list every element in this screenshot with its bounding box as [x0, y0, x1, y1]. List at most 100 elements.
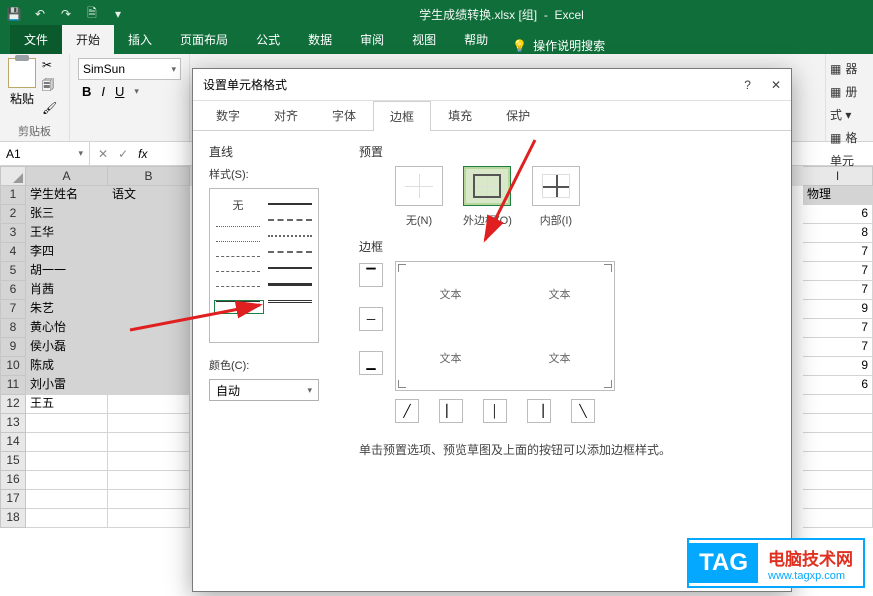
cell[interactable]: [108, 490, 190, 509]
row-header[interactable]: 4: [0, 243, 26, 262]
line-style-option[interactable]: [268, 235, 312, 237]
cell[interactable]: 7: [803, 281, 873, 300]
row-header[interactable]: 13: [0, 414, 26, 433]
border-top-button[interactable]: ▔: [359, 263, 383, 287]
cell[interactable]: [803, 452, 873, 471]
cell[interactable]: [108, 395, 190, 414]
dlg-tab-fill[interactable]: 填充: [431, 100, 489, 130]
line-style-none[interactable]: 无: [233, 197, 244, 213]
cell[interactable]: 肖茜: [26, 281, 108, 300]
cell[interactable]: [26, 433, 108, 452]
name-box[interactable]: A1 ▾: [0, 142, 90, 165]
cell[interactable]: 陈成: [26, 357, 108, 376]
col-header-i[interactable]: I: [803, 166, 873, 186]
cell[interactable]: [26, 490, 108, 509]
cut-icon[interactable]: ✂: [42, 58, 57, 72]
insert-cells[interactable]: ▦器: [830, 60, 869, 77]
redo-icon[interactable]: ↷: [58, 6, 74, 22]
cell[interactable]: [26, 509, 108, 528]
cell[interactable]: [108, 414, 190, 433]
preset-none[interactable]: 无(N): [395, 166, 443, 228]
row-header[interactable]: 10: [0, 357, 26, 376]
dlg-tab-border[interactable]: 边框: [373, 101, 431, 131]
row-header[interactable]: 6: [0, 281, 26, 300]
tell-me[interactable]: 💡 操作说明搜索: [512, 37, 605, 54]
close-icon[interactable]: ✕: [771, 78, 781, 92]
undo-icon[interactable]: ↶: [32, 6, 48, 22]
line-style-option[interactable]: [268, 219, 312, 221]
cell[interactable]: 李四: [26, 243, 108, 262]
cell[interactable]: 语文: [108, 186, 190, 205]
cell[interactable]: [26, 452, 108, 471]
dlg-tab-number[interactable]: 数字: [199, 100, 257, 130]
row-header[interactable]: 16: [0, 471, 26, 490]
cell[interactable]: 张三: [26, 205, 108, 224]
tab-view[interactable]: 视图: [398, 25, 450, 54]
cell[interactable]: [108, 224, 190, 243]
cell[interactable]: 6: [803, 205, 873, 224]
cell[interactable]: 朱艺: [26, 300, 108, 319]
cell[interactable]: [108, 281, 190, 300]
border-hmid-button[interactable]: ─: [359, 307, 383, 331]
row-header[interactable]: 9: [0, 338, 26, 357]
cancel-icon[interactable]: ✕: [98, 147, 108, 161]
cell[interactable]: [108, 357, 190, 376]
dlg-tab-protect[interactable]: 保护: [489, 100, 547, 130]
help-icon[interactable]: ?: [744, 78, 751, 92]
paste-button[interactable]: 粘贴: [8, 58, 36, 107]
border-preview[interactable]: 文本 文本 文本 文本: [395, 261, 615, 391]
confirm-icon[interactable]: ✓: [118, 147, 128, 161]
cell[interactable]: 8: [803, 224, 873, 243]
tab-file[interactable]: 文件: [10, 25, 62, 54]
line-style-option[interactable]: [216, 286, 260, 287]
format-cells[interactable]: 式 ▾: [830, 106, 869, 123]
cell[interactable]: [108, 471, 190, 490]
delete-cells[interactable]: ▦册: [830, 83, 869, 100]
cell[interactable]: 6: [803, 376, 873, 395]
tab-data[interactable]: 数据: [294, 25, 346, 54]
col-header-a[interactable]: A: [26, 166, 108, 186]
line-style-option[interactable]: [216, 226, 260, 227]
cell[interactable]: [108, 243, 190, 262]
format-painter-icon[interactable]: 🖌: [42, 101, 57, 115]
tab-insert[interactable]: 插入: [114, 25, 166, 54]
line-style-option[interactable]: [268, 203, 312, 205]
cell[interactable]: [803, 433, 873, 452]
dlg-tab-align[interactable]: 对齐: [257, 100, 315, 130]
cell[interactable]: [803, 471, 873, 490]
cell[interactable]: 物理: [803, 186, 873, 205]
cell[interactable]: 学生姓名: [26, 186, 108, 205]
tab-home[interactable]: 开始: [62, 25, 114, 54]
copy-icon[interactable]: 🗐: [42, 76, 57, 97]
row-header[interactable]: 14: [0, 433, 26, 452]
cell[interactable]: 7: [803, 243, 873, 262]
chevron-down-icon[interactable]: ▾: [134, 86, 139, 97]
underline-button[interactable]: U: [115, 84, 124, 99]
line-color-dropdown[interactable]: 自动 ▾: [209, 379, 319, 401]
cell[interactable]: 7: [803, 338, 873, 357]
format-button[interactable]: ▦格: [830, 129, 869, 146]
border-vmid-button[interactable]: │: [483, 399, 507, 423]
cell[interactable]: 胡一一: [26, 262, 108, 281]
row-header[interactable]: 5: [0, 262, 26, 281]
row-header[interactable]: 7: [0, 300, 26, 319]
row-header[interactable]: 11: [0, 376, 26, 395]
line-style-option[interactable]: [216, 241, 260, 242]
qat-more-icon[interactable]: ▾: [110, 6, 126, 22]
fx-icon[interactable]: fx: [138, 147, 147, 161]
tab-review[interactable]: 审阅: [346, 25, 398, 54]
row-header[interactable]: 1: [0, 186, 26, 205]
row-header[interactable]: 12: [0, 395, 26, 414]
save-icon[interactable]: 💾: [6, 6, 22, 22]
cell[interactable]: [108, 452, 190, 471]
row-header[interactable]: 8: [0, 319, 26, 338]
cell[interactable]: 王华: [26, 224, 108, 243]
cell[interactable]: [803, 395, 873, 414]
cell[interactable]: 7: [803, 262, 873, 281]
cell[interactable]: 7: [803, 319, 873, 338]
line-style-option[interactable]: [268, 267, 312, 269]
cell[interactable]: [108, 509, 190, 528]
dlg-tab-font[interactable]: 字体: [315, 100, 373, 130]
cell[interactable]: [803, 490, 873, 509]
cell[interactable]: 侯小磊: [26, 338, 108, 357]
